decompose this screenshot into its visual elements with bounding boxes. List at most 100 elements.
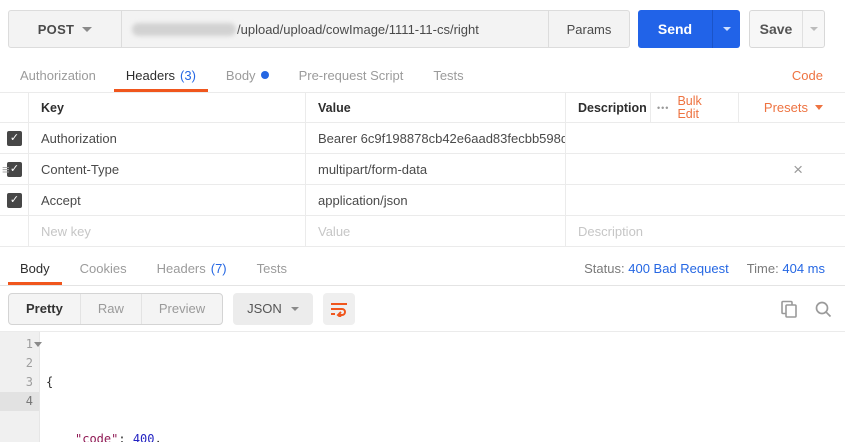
value-text: multipart/form-data [318, 161, 428, 177]
description-cell[interactable]: × [565, 154, 845, 184]
row-checkbox[interactable]: ✓ [7, 192, 22, 208]
key-cell[interactable]: Content-Type [28, 154, 305, 184]
response-tab-body[interactable]: Body [8, 251, 62, 285]
view-mode-pretty[interactable]: Pretty [9, 294, 80, 324]
fold-caret-icon[interactable] [34, 342, 42, 347]
description-cell[interactable] [565, 123, 845, 153]
row-handle-cell: ✓ [0, 123, 28, 153]
row-handle-cell: ✓ [0, 185, 28, 215]
save-options-button[interactable] [802, 11, 824, 47]
view-mode-raw[interactable]: Raw [79, 293, 141, 324]
drag-handle-icon[interactable]: ≡ [2, 162, 10, 177]
header-tools: ••• Bulk Edit [650, 93, 738, 122]
tab-tests[interactable]: Tests [421, 58, 475, 92]
time-field: Time: 404 ms [747, 261, 825, 276]
row-handle-cell [0, 216, 28, 246]
key-text: Content-Type [41, 161, 120, 177]
params-button[interactable]: Params [549, 11, 629, 47]
view-mode-preview[interactable]: Preview [140, 293, 222, 324]
send-options-button[interactable] [712, 10, 740, 48]
send-split-button: Send [638, 10, 740, 48]
code-link[interactable]: Code [778, 58, 837, 92]
bulk-edit-link[interactable]: Bulk Edit [677, 94, 711, 121]
response-toolbar: Pretty Raw Preview JSON [0, 286, 845, 332]
search-response-button[interactable] [809, 295, 837, 323]
remove-row-icon[interactable]: × [793, 161, 803, 178]
more-options-icon[interactable]: ••• [657, 103, 669, 113]
line-number: 1 [0, 335, 42, 354]
header-row-accept: ✓ Accept application/json [0, 185, 845, 216]
key-cell[interactable]: Accept [28, 185, 305, 215]
new-description-input[interactable] [578, 223, 833, 239]
format-dropdown[interactable]: JSON [233, 292, 313, 325]
tab-headers[interactable]: Headers (3) [114, 58, 208, 92]
response-tab-tests[interactable]: Tests [245, 251, 299, 285]
request-tabs: Authorization Headers (3) Body Pre-reque… [0, 58, 845, 92]
value-cell[interactable]: Bearer 6c9f198878cb42e6aad83fecbb598d... [305, 123, 565, 153]
save-split-button: Save [749, 10, 825, 48]
body-modified-dot-icon [260, 71, 269, 79]
tab-authorization[interactable]: Authorization [8, 58, 108, 92]
tab-label: Tests [256, 260, 287, 276]
method-label: POST [37, 21, 75, 37]
description-cell[interactable] [565, 185, 845, 215]
response-tab-cookies[interactable]: Cookies [68, 251, 139, 285]
chevron-down-icon [722, 27, 731, 31]
json-number: 400 [132, 432, 155, 442]
send-button[interactable]: Send [638, 10, 712, 48]
response-body-editor[interactable]: 1 2 3 4 { "code": 400, "message": "HTTP … [0, 332, 845, 442]
response-tabs: Body Cookies Headers (7) Tests Status: 4… [0, 251, 845, 286]
line-number-active: 4 [0, 392, 39, 411]
new-description-cell [565, 216, 845, 246]
new-key-input[interactable] [41, 223, 293, 239]
value-text: application/json [318, 192, 408, 208]
new-value-input[interactable] [318, 223, 553, 239]
wrap-text-button[interactable] [322, 292, 355, 325]
tab-body[interactable]: Body [214, 58, 281, 92]
response-status-bar: Status: 400 Bad Request Time: 404 ms [584, 251, 837, 285]
headers-table: Key Value Description ••• Bulk Edit Pres… [0, 92, 845, 247]
value-cell[interactable]: multipart/form-data [305, 154, 565, 184]
presets-dropdown[interactable]: Presets [738, 93, 845, 122]
url-input[interactable]: /upload/upload/cowImage/1111-11-cs/right [122, 11, 548, 47]
line-number-gutter: 1 2 3 4 [0, 332, 42, 442]
chevron-down-icon [815, 105, 823, 110]
line-number: 3 [25, 375, 33, 389]
key-cell[interactable]: Authorization [28, 123, 305, 153]
chevron-down-icon [82, 26, 93, 32]
request-bar: POST /upload/upload/cowImage/1111-11-cs/… [0, 0, 845, 58]
tab-label: Cookies [79, 260, 127, 276]
search-icon [815, 301, 832, 317]
redacted-url-host [132, 22, 236, 36]
row-checkbox[interactable]: ✓ [7, 130, 22, 146]
key-text: Accept [41, 192, 81, 208]
save-button[interactable]: Save [750, 11, 802, 47]
key-column-header: Key [28, 93, 305, 122]
presets-label: Presets [763, 100, 808, 115]
header-row-authorization: ✓ Authorization Bearer 6c9f198878cb42e6a… [0, 123, 845, 154]
key-text: Authorization [41, 130, 117, 146]
tab-label: Headers [156, 260, 206, 276]
code-line-2: "code": 400, [40, 430, 845, 442]
format-label: JSON [247, 301, 282, 316]
copy-response-button[interactable] [775, 295, 803, 323]
tab-label: Body [225, 67, 256, 83]
tab-pre-request-script[interactable]: Pre-request Script [287, 58, 416, 92]
header-row-content-type: ≡ ✓ Content-Type multipart/form-data × [0, 154, 845, 185]
headers-count-badge: (3) [180, 67, 196, 83]
headers-table-header: Key Value Description ••• Bulk Edit Pres… [0, 93, 845, 123]
status-field: Status: 400 Bad Request [584, 261, 729, 276]
value-cell[interactable]: application/json [305, 185, 565, 215]
json-code[interactable]: { "code": 400, "message": "HTTP 400 Bad … [40, 332, 845, 442]
response-tab-headers[interactable]: Headers (7) [145, 251, 239, 285]
url-path-text: /upload/upload/cowImage/1111-11-cs/right [237, 21, 479, 37]
handle-column-header [0, 93, 28, 122]
view-mode-group: Pretty Raw Preview [8, 292, 224, 325]
method-dropdown[interactable]: POST [9, 11, 121, 47]
chevron-down-icon [809, 27, 818, 31]
new-header-row [0, 216, 845, 247]
status-label: Status: [584, 260, 625, 276]
value-column-header: Value [305, 93, 565, 122]
value-text: Bearer 6c9f198878cb42e6aad83fecbb598d... [318, 130, 565, 146]
